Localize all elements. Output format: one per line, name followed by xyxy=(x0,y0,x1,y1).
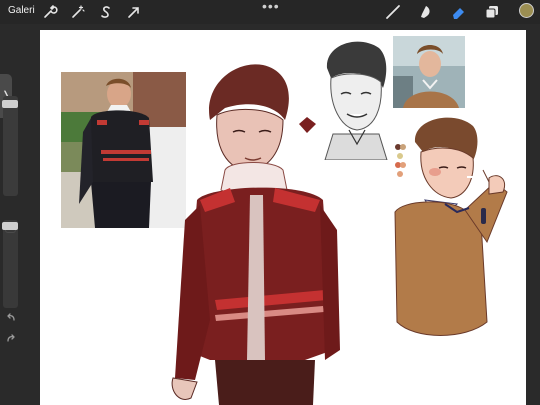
opacity-slider[interactable] xyxy=(3,220,18,308)
grayscale-portrait-drawing xyxy=(317,38,392,160)
color-picker-button[interactable] xyxy=(519,3,534,18)
reference-photo-portrait xyxy=(393,36,465,108)
gallery-button[interactable]: Galeri xyxy=(8,5,35,16)
redo-icon[interactable] xyxy=(5,332,17,344)
red-swatch-shape xyxy=(297,116,317,134)
left-sidebar: ❭ xyxy=(0,24,22,405)
selection-s-icon[interactable] xyxy=(98,4,114,20)
top-toolbar: Galeri ••• xyxy=(0,0,540,24)
brush-size-knob[interactable] xyxy=(2,100,18,108)
drawing-canvas[interactable] xyxy=(40,30,526,405)
more-menu-button[interactable]: ••• xyxy=(262,0,280,14)
undo-icon[interactable] xyxy=(5,311,17,323)
opacity-knob[interactable] xyxy=(2,222,18,230)
sweater-figure-drawing xyxy=(385,112,515,342)
brush-size-slider[interactable] xyxy=(3,96,18,196)
magic-wand-icon[interactable] xyxy=(70,4,86,20)
wrench-icon[interactable] xyxy=(42,4,58,20)
transform-arrow-icon[interactable] xyxy=(126,4,142,20)
brush-icon[interactable] xyxy=(385,4,401,20)
eraser-icon[interactable] xyxy=(451,4,467,20)
smudge-icon[interactable] xyxy=(418,4,434,20)
layers-icon[interactable] xyxy=(484,4,500,20)
